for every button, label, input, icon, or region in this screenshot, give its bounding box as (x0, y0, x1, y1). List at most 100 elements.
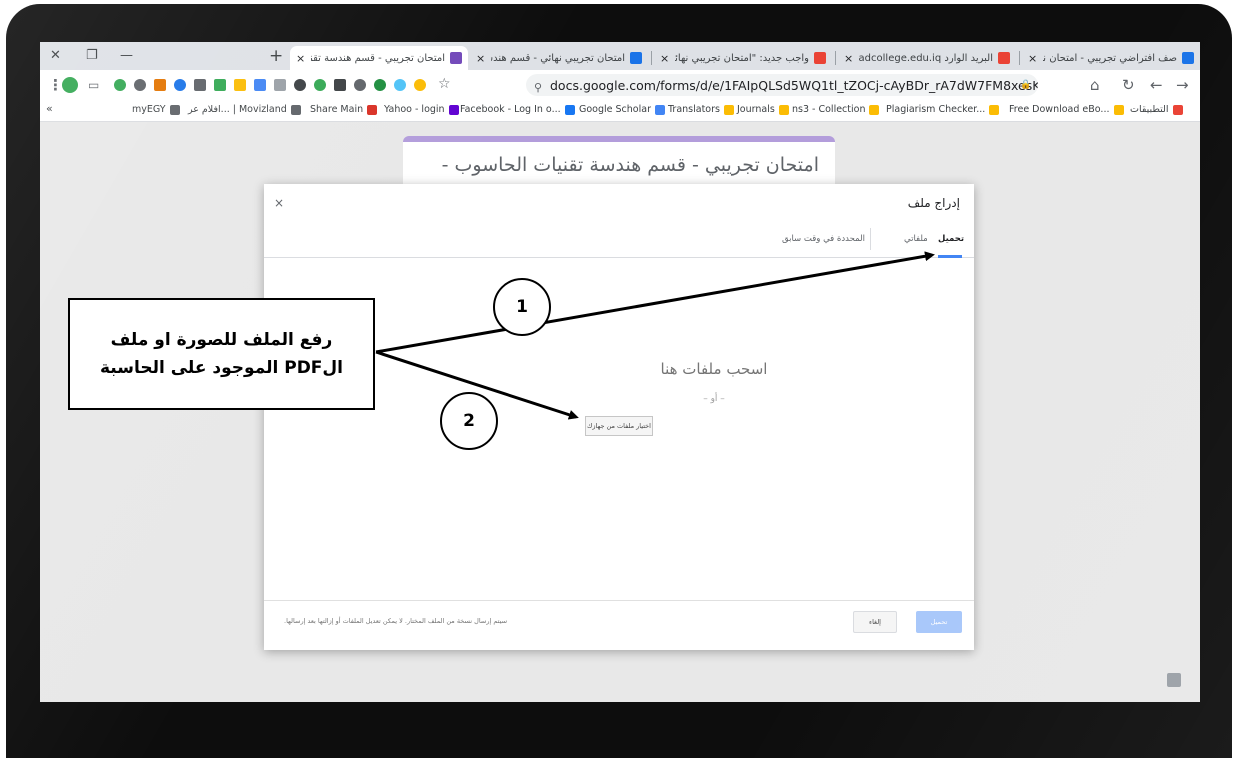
choose-files-button[interactable]: اختيار ملفات من جهازك (585, 416, 653, 436)
step-2-badge: 2 (440, 392, 498, 450)
bookmark-yahoo[interactable]: Yahoo - login (384, 104, 459, 115)
restore-window-icon[interactable]: ❐ (86, 48, 98, 63)
extension-icon[interactable] (334, 79, 346, 91)
bookmarks-overflow-icon[interactable]: « (46, 102, 53, 115)
gmail-favicon-icon (998, 52, 1010, 64)
extension-icon[interactable] (374, 79, 386, 91)
tab-virtual-class[interactable]: × صف افتراضي تجريبي - امتحان نهائي (1022, 46, 1200, 70)
tab-title: البريد الوارد baghdadcollege.edu.iq (859, 52, 993, 64)
cast-icon[interactable]: ▭ (88, 78, 99, 92)
forward-icon[interactable]: → (1176, 76, 1189, 94)
bookmark-label: Yahoo - login (384, 104, 445, 115)
tab-title: امتحان تجريبي نهائي - قسم هندسة (491, 52, 625, 64)
bookmark-myegy[interactable]: myEGY (132, 104, 180, 115)
dialog-tabs: تحميل ملفاتي المحددة في وقت سابق (264, 222, 974, 258)
form-title: امتحان تجريبي - قسم هندسة تقنيات الحاسوب… (441, 154, 819, 176)
facebook-icon (564, 104, 575, 115)
tab-close-icon[interactable]: × (844, 52, 853, 65)
minimize-window-icon[interactable]: — (120, 48, 133, 63)
classroom-favicon-icon (1182, 52, 1194, 64)
extension-icon[interactable] (294, 79, 306, 91)
tab-exam-active[interactable]: × امتحان تجريبي - قسم هندسة تقنيات (290, 46, 468, 70)
extension-icon[interactable] (394, 79, 406, 91)
tab-inbox[interactable]: × البريد الوارد baghdadcollege.edu.iq (838, 46, 1016, 70)
extension-icon[interactable] (114, 79, 126, 91)
bookmark-apps[interactable]: التطبيقات (1130, 104, 1183, 115)
tab-separator (835, 51, 836, 65)
extension-icon[interactable] (354, 79, 366, 91)
extension-icon[interactable] (174, 79, 186, 91)
extension-icon[interactable] (154, 79, 166, 91)
browser-toolbar: ⋮ ▭ ☆ ⚲ docs.google.com/forms/d/e/1FAIpQ… (40, 70, 1200, 100)
dialog-footer: سيتم إرسال نسخة من الملف المختار. لا يمك… (264, 600, 974, 650)
close-icon[interactable]: × (274, 196, 284, 210)
bookmark-facebook[interactable]: Facebook - Log In o... (460, 104, 575, 115)
extension-icon[interactable] (234, 79, 246, 91)
annotation-callout: رفع الملف للصورة او ملف الPDF الموجود عل… (68, 298, 375, 410)
profile-avatar[interactable] (62, 77, 78, 93)
bookmark-plagiarism[interactable]: Plagiarism Checker... (886, 104, 1000, 115)
bookmarks-bar: « myEGY افلام عر... | Movizland Share Ma… (40, 100, 1200, 122)
tab-upload[interactable]: تحميل (938, 234, 964, 244)
folder-icon (723, 104, 734, 115)
close-window-icon[interactable]: ✕ (50, 48, 61, 63)
address-bar[interactable]: ⚲ docs.google.com/forms/d/e/1FAIpQLSd5WQ… (526, 74, 1038, 96)
bookmark-free-download[interactable]: Free Download eBo... (1009, 104, 1124, 115)
bookmark-ns3[interactable]: ns3 - Collection (792, 104, 880, 115)
feedback-icon[interactable] (1167, 673, 1181, 687)
forms-favicon-icon (450, 52, 462, 64)
scholar-icon (654, 104, 665, 115)
bookmark-label: التطبيقات (1130, 104, 1169, 115)
extension-icon[interactable] (414, 79, 426, 91)
tab-close-icon[interactable]: × (1028, 52, 1037, 65)
bookmark-share-main[interactable]: Share Main (310, 104, 378, 115)
extension-icon[interactable] (214, 79, 226, 91)
globe-icon (290, 104, 301, 115)
folder-icon (869, 104, 880, 115)
tab-title: امتحان تجريبي - قسم هندسة تقنيات (311, 52, 445, 64)
page-content: امتحان تجريبي - قسم هندسة تقنيات الحاسوب… (40, 122, 1200, 702)
bookmark-google-scholar[interactable]: Google Scholar (579, 104, 665, 115)
tab-title: واجب جديد: "امتحان تجريبي نهائي - (675, 52, 809, 64)
classroom-favicon-icon (630, 52, 642, 64)
upload-button[interactable]: تحميل (916, 611, 962, 633)
footer-note: سيتم إرسال نسخة من الملف المختار. لا يمك… (284, 617, 508, 625)
active-tab-indicator (938, 255, 962, 258)
lock-icon: 🔒 (1020, 80, 1032, 90)
bookmark-journals[interactable]: Journals (737, 104, 789, 115)
callout-line-2: الPDF الموجود على الحاسبة (100, 358, 343, 378)
back-icon[interactable]: ← (1150, 76, 1163, 94)
star-icon[interactable]: ☆ (438, 76, 451, 92)
qr-extension-icon[interactable] (194, 79, 206, 91)
home-icon[interactable]: ⌂ (1090, 76, 1100, 94)
bookmark-label: افلام عر... | Movizland (188, 104, 287, 115)
extension-icon[interactable] (134, 79, 146, 91)
globe-icon (169, 104, 180, 115)
reload-icon[interactable]: ↻ (1122, 76, 1135, 94)
bookmark-label: Share Main (310, 104, 364, 115)
cancel-button[interactable]: إلغاء (853, 611, 897, 633)
tab-title: صف افتراضي تجريبي - امتحان نهائي (1043, 52, 1177, 64)
bookmark-label: Google Scholar (579, 104, 651, 115)
bookmark-label: myEGY (132, 104, 166, 115)
extension-icon[interactable] (314, 79, 326, 91)
extension-icon[interactable] (254, 79, 266, 91)
bookmark-label: Translators (668, 104, 720, 115)
tab-my-files[interactable]: ملفاتي (904, 234, 928, 244)
menu-icon[interactable]: ⋮ (48, 76, 63, 94)
extension-icon[interactable] (274, 79, 286, 91)
tab-close-icon[interactable]: × (296, 52, 305, 65)
tab-final-exam[interactable]: × امتحان تجريبي نهائي - قسم هندسة (470, 46, 648, 70)
tab-new-assignment[interactable]: × واجب جديد: "امتحان تجريبي نهائي - (654, 46, 832, 70)
tab-previously-selected[interactable]: المحددة في وقت سابق (782, 234, 865, 244)
bookmark-label: Journals (737, 104, 775, 115)
new-tab-button[interactable]: + (269, 46, 283, 66)
tab-close-icon[interactable]: × (660, 52, 669, 65)
bookmark-label: Facebook - Log In o... (460, 104, 561, 115)
tab-close-icon[interactable]: × (476, 52, 485, 65)
bookmark-movizland[interactable]: افلام عر... | Movizland (188, 104, 301, 115)
folder-icon (989, 104, 1000, 115)
folder-icon (778, 104, 789, 115)
share-icon (367, 104, 378, 115)
bookmark-translators[interactable]: Translators (668, 104, 734, 115)
